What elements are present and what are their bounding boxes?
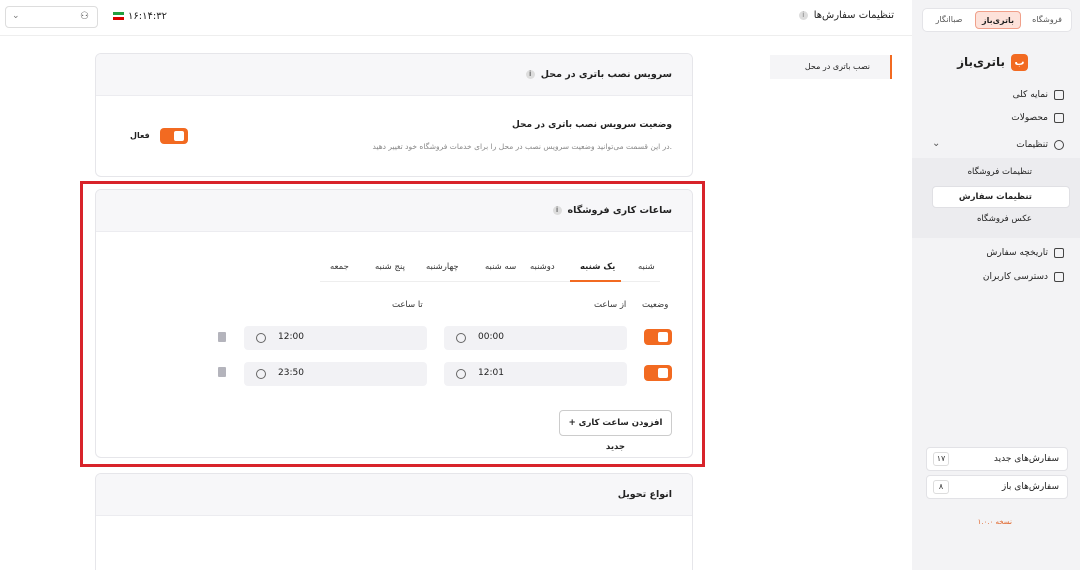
top-bar: ⌄ ⚇ ۱۶:۱۴:۳۲ تنظیمات سفارش‌ها i bbox=[0, 0, 912, 36]
sidebar-item-settings[interactable]: تنظیمات bbox=[1016, 136, 1064, 154]
install-service-card: سرویس نصب باتری در محل i وضعیت سرویس نصب… bbox=[95, 53, 693, 177]
users-icon bbox=[1054, 272, 1064, 282]
delivery-types-card: انواع تحویل bbox=[95, 473, 693, 570]
sub-item-order-settings[interactable]: تنظیمات سفارش bbox=[959, 192, 1032, 202]
sub-item-store-photo[interactable]: عکس فروشگاه bbox=[977, 214, 1032, 224]
logo-icon: ب bbox=[1011, 53, 1028, 71]
open-orders-card[interactable]: سفارش‌های باز ۸ bbox=[926, 475, 1068, 499]
new-orders-card[interactable]: سفارش‌های جدید ۱۷ bbox=[926, 447, 1068, 471]
brand: ب باتری‌باز bbox=[957, 52, 1028, 72]
history-icon bbox=[1054, 248, 1064, 258]
sub-item-store-settings[interactable]: تنظیمات فروشگاه bbox=[968, 167, 1032, 177]
page-title: تنظیمات سفارش‌ها i bbox=[798, 10, 894, 21]
install-toggle[interactable] bbox=[160, 128, 188, 144]
sidebar-item-overview[interactable]: نمایه کلی bbox=[1013, 86, 1064, 104]
card-header: انواع تحویل bbox=[96, 474, 692, 516]
info-icon: i bbox=[798, 11, 808, 20]
switch-left[interactable]: صباانگار bbox=[927, 11, 971, 29]
box-icon bbox=[1054, 113, 1064, 123]
sidebar: صباانگار باتری‌باز فروشگاه ب باتری‌باز ن… bbox=[912, 0, 1080, 570]
install-status-desc: در این قسمت می‌توانید وضعیت سرویس نصب در… bbox=[372, 142, 672, 151]
sidebar-item-products[interactable]: محصولات bbox=[1011, 109, 1064, 127]
version-label: نسخه ۱.۰.۰ bbox=[977, 518, 1012, 526]
user-select[interactable]: ⌄ ⚇ bbox=[5, 6, 98, 28]
chevron-down-icon: ⌄ bbox=[932, 138, 941, 149]
dashboard-icon bbox=[1054, 90, 1064, 100]
toggle-status-label: فعال bbox=[130, 131, 150, 140]
clock: ۱۶:۱۴:۳۲ bbox=[128, 11, 167, 22]
iran-flag-icon bbox=[113, 12, 124, 20]
switch-middle[interactable]: باتری‌باز bbox=[975, 11, 1021, 29]
user-icon: ⚇ bbox=[80, 11, 89, 22]
gear-icon bbox=[1054, 140, 1064, 150]
chevron-down-icon: ⌄ bbox=[12, 11, 20, 21]
sidebar-item-user-access[interactable]: دسترسی کاربران bbox=[983, 268, 1064, 286]
highlight-box bbox=[80, 181, 705, 467]
sidebar-item-order-history[interactable]: تاریخچه سفارش bbox=[986, 244, 1064, 262]
card-header: سرویس نصب باتری در محل i bbox=[96, 54, 692, 96]
app-switcher: صباانگار باتری‌باز فروشگاه bbox=[922, 8, 1072, 32]
switch-right[interactable]: فروشگاه bbox=[1025, 11, 1069, 29]
install-status-label: وضعیت سرویس نصب باتری در محل bbox=[511, 120, 672, 130]
info-icon: i bbox=[525, 70, 535, 79]
secondary-nav-item[interactable]: نصب باتری در محل bbox=[770, 55, 892, 79]
